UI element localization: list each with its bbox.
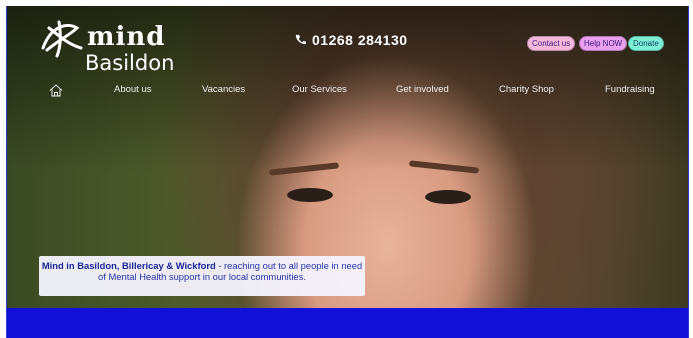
contact-us-button[interactable]: Contact us [527, 36, 576, 51]
page-frame: mind Basildon 01268 284130 Contact us He… [6, 6, 689, 338]
donate-button[interactable]: Donate [628, 36, 664, 51]
phone-number[interactable]: 01268 284130 [295, 32, 408, 48]
phone-icon [295, 32, 306, 48]
help-now-button[interactable]: Help NOW [579, 36, 628, 51]
site-logo[interactable]: mind Basildon [37, 16, 197, 76]
blue-band [7, 308, 688, 338]
nav-charity-shop[interactable]: Charity Shop [499, 84, 554, 95]
nav-get-involved[interactable]: Get involved [396, 84, 449, 95]
nav-about-us[interactable]: About us [114, 84, 152, 95]
intro-banner: Mind in Basildon, Billericay & Wickford … [39, 256, 365, 296]
logo-wordmark: mind [87, 22, 166, 52]
nav-vacancies[interactable]: Vacancies [202, 84, 245, 95]
nav-our-services[interactable]: Our Services [292, 84, 347, 95]
banner-title: Mind in Basildon, Billericay & Wickford [41, 260, 216, 271]
nav-fundraising[interactable]: Fundraising [605, 84, 655, 95]
hero-image: mind Basildon 01268 284130 Contact us He… [7, 6, 688, 308]
logo-town: Basildon [85, 51, 175, 75]
home-icon[interactable] [49, 82, 63, 101]
phone-text: 01268 284130 [312, 32, 408, 48]
main-nav: About us Vacancies Our Services Get invo… [7, 84, 688, 104]
mind-logo-icon [41, 20, 83, 58]
